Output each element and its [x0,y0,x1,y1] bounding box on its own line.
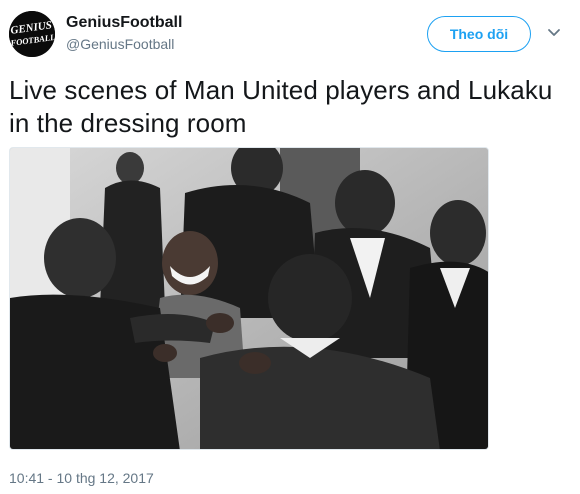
handle[interactable]: @GeniusFootball [66,36,174,52]
tweet-photo[interactable] [9,147,489,450]
tweet-text-line: in the dressing room [9,108,247,138]
display-name[interactable]: GeniusFootball [66,14,182,32]
tweet-text-line: Live scenes of Man United players and Lu… [9,75,553,105]
photo-scene [10,148,488,449]
follow-button[interactable]: Theo dõi [427,16,531,52]
genius-football-logo: GENIUS FOOTBALL [9,11,55,57]
tweet-text: Live scenes of Man United players and Lu… [9,74,574,140]
tweet-card: GENIUS FOOTBALL GeniusFootball @GeniusFo… [0,0,580,494]
avatar[interactable]: GENIUS FOOTBALL [9,11,55,57]
chevron-down-icon[interactable] [547,28,561,38]
tweet-timestamp[interactable]: 10:41 - 10 thg 12, 2017 [9,470,154,486]
